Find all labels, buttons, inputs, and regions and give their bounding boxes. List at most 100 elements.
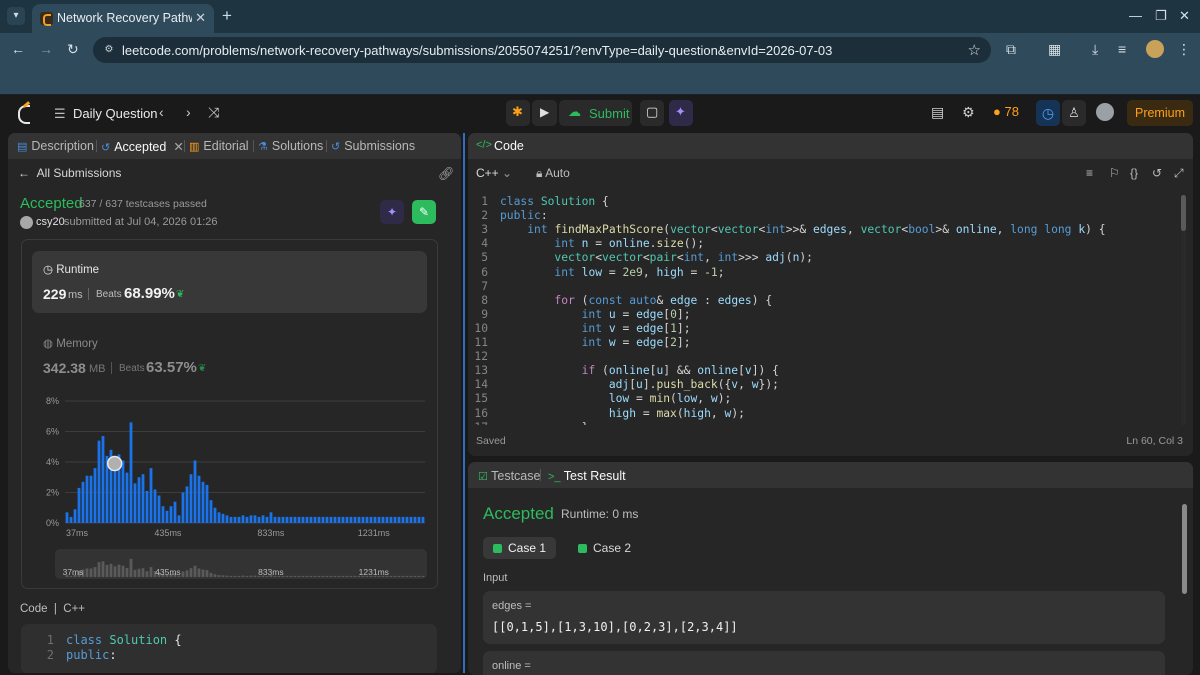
tab-solutions[interactable]: ⚗ Solutions: [258, 139, 323, 153]
book-icon: ▥: [189, 141, 200, 153]
overview-bar: [205, 570, 209, 577]
code-line: 15 low = min(low, w);: [474, 392, 732, 406]
premium-button[interactable]: Premium: [1127, 100, 1193, 126]
histogram-bar: [329, 516, 333, 523]
submissions-history-icon: ↺: [331, 141, 341, 153]
histogram-bar: [173, 501, 177, 523]
submitted-code-preview[interactable]: 1 class Solution { 2 public:: [21, 624, 437, 673]
next-problem-icon[interactable]: ›: [186, 104, 191, 120]
tab-accepted[interactable]: ↺ Accepted ✕: [101, 139, 184, 154]
lock-icon: 🔒︎: [536, 166, 543, 180]
runtime-card[interactable]: ◷ Runtime 229 ms Beats 68.99% ❦: [32, 251, 427, 313]
run-button[interactable]: ▶: [532, 100, 557, 126]
histogram-bar: [165, 510, 169, 523]
code-editor[interactable]: 1 class Solution {2 public: 3 int findMaxPa…: [468, 189, 1178, 425]
runtime-distribution-chart[interactable]: 8% 6% 4% 2% 0% 37ms 435ms 833ms 1231ms 37ms 435m…: [21, 387, 438, 587]
tab-test-result[interactable]: >_ Test Result: [548, 469, 626, 483]
histogram-bar: [261, 515, 265, 523]
site-info-icon[interactable]: ⚙: [101, 42, 117, 58]
histogram-bar: [137, 477, 141, 523]
download-icon[interactable]: ⤓: [1092, 41, 1098, 58]
histogram-bar: [113, 463, 117, 523]
ai-analyze-button[interactable]: ✦: [380, 200, 404, 224]
auto-label: Auto: [545, 166, 570, 180]
reset-icon[interactable]: ↺: [1152, 166, 1162, 180]
histogram-bar: [293, 516, 297, 523]
browser-menu-icon[interactable]: ⋮: [1177, 41, 1191, 58]
settings-gear-icon[interactable]: ⚙: [962, 104, 975, 121]
histogram-bar: [309, 516, 313, 523]
debug-button[interactable]: ✱: [506, 100, 530, 126]
share-link-icon[interactable]: 🔗︎: [438, 166, 455, 182]
bookmark-star-icon[interactable]: ☆: [968, 41, 981, 59]
language-select[interactable]: C++ ⌄: [476, 166, 512, 180]
tab-groups-icon[interactable]: ▦: [1048, 41, 1061, 58]
daily-question-label[interactable]: Daily Question: [73, 106, 158, 121]
browser-tab[interactable]: Network Recovery Pathways - LeetCode ✕: [32, 4, 214, 33]
panel-resize-handle[interactable]: [463, 133, 465, 673]
tab-description[interactable]: ▤ Description: [17, 139, 94, 153]
tab-submissions[interactable]: ↺ Submissions: [331, 139, 415, 153]
memory-label-row[interactable]: ◍ Memory: [43, 336, 98, 350]
tab-search-icon[interactable]: ▾: [7, 7, 25, 25]
user-avatar[interactable]: [1096, 103, 1114, 121]
overview-bar: [253, 575, 257, 577]
layout-icon[interactable]: ▤: [931, 104, 944, 121]
new-tab-icon[interactable]: +: [222, 6, 232, 26]
input-online-card: online =: [483, 651, 1165, 675]
cloud-upload-icon: ☁: [568, 104, 581, 119]
memory-beats-label: Beats: [119, 363, 145, 374]
tab-testcase[interactable]: ☑ Testcase: [478, 469, 540, 483]
close-tab-x-icon[interactable]: ✕: [173, 140, 183, 154]
tab-editorial[interactable]: ▥ Editorial: [189, 139, 249, 153]
notes-button[interactable]: ▢: [640, 100, 664, 126]
overview-bar: [421, 575, 425, 577]
minimize-icon[interactable]: —: [1129, 8, 1142, 23]
address-bar[interactable]: ⚙ leetcode.com/problems/network-recovery…: [93, 37, 991, 63]
divider: [88, 288, 89, 300]
add-user-icon[interactable]: ♙: [1062, 100, 1086, 126]
reload-icon[interactable]: ↻: [67, 41, 79, 58]
histogram-bar: [321, 516, 325, 523]
shuffle-icon[interactable]: ⤨: [208, 104, 219, 121]
extensions-icon[interactable]: ⧉: [1006, 41, 1016, 58]
problem-list-icon[interactable]: ☰: [54, 106, 66, 122]
ai-assistant-button[interactable]: ✦: [669, 100, 693, 126]
code-line: 16 high = max(high, w);: [474, 406, 745, 420]
result-scroll-thumb[interactable]: [1182, 504, 1187, 594]
editor-scroll-thumb[interactable]: [1181, 195, 1186, 231]
overview-bar: [145, 571, 149, 577]
edit-solution-button[interactable]: ✎: [412, 200, 436, 224]
submitter-name[interactable]: csy20: [36, 216, 65, 228]
profile-avatar[interactable]: [1146, 40, 1164, 58]
fullscreen-icon[interactable]: ⤢: [1174, 166, 1184, 181]
histogram-bar: [369, 516, 373, 523]
bookmark-icon[interactable]: ⚐: [1109, 166, 1120, 180]
leetcode-logo[interactable]: [16, 103, 34, 124]
streak-counter[interactable]: ● 78: [993, 104, 1019, 119]
braces-icon[interactable]: {}: [1130, 166, 1138, 180]
histogram-bar: [93, 468, 97, 523]
histogram-bar: [389, 516, 393, 523]
format-icon[interactable]: ≡: [1086, 166, 1093, 180]
histogram-bar: [145, 490, 149, 523]
forward-icon[interactable]: →: [39, 41, 53, 57]
auto-mode-toggle[interactable]: 🔒︎ Auto: [536, 166, 570, 181]
case-1-tab[interactable]: Case 1: [483, 537, 557, 559]
prev-problem-icon[interactable]: ‹: [159, 104, 164, 120]
close-tab-icon[interactable]: ✕: [195, 10, 206, 26]
case-2-tab[interactable]: Case 2: [568, 537, 641, 559]
histogram-bar: [289, 516, 293, 523]
submit-button[interactable]: ☁ Submit: [559, 100, 632, 126]
close-window-icon[interactable]: ✕: [1179, 8, 1190, 24]
overview-bar: [137, 568, 141, 577]
maximize-icon[interactable]: ❐: [1155, 8, 1167, 24]
timer-icon[interactable]: ◷: [1036, 100, 1060, 126]
back-icon[interactable]: ←: [11, 41, 25, 57]
all-submissions-link[interactable]: ← All Submissions: [18, 166, 121, 180]
overview-bar: [337, 575, 341, 577]
overview-bar: [285, 575, 289, 577]
histogram-bar: [121, 460, 125, 523]
media-icon[interactable]: ≡: [1118, 41, 1126, 57]
histogram-bar: [177, 515, 181, 523]
